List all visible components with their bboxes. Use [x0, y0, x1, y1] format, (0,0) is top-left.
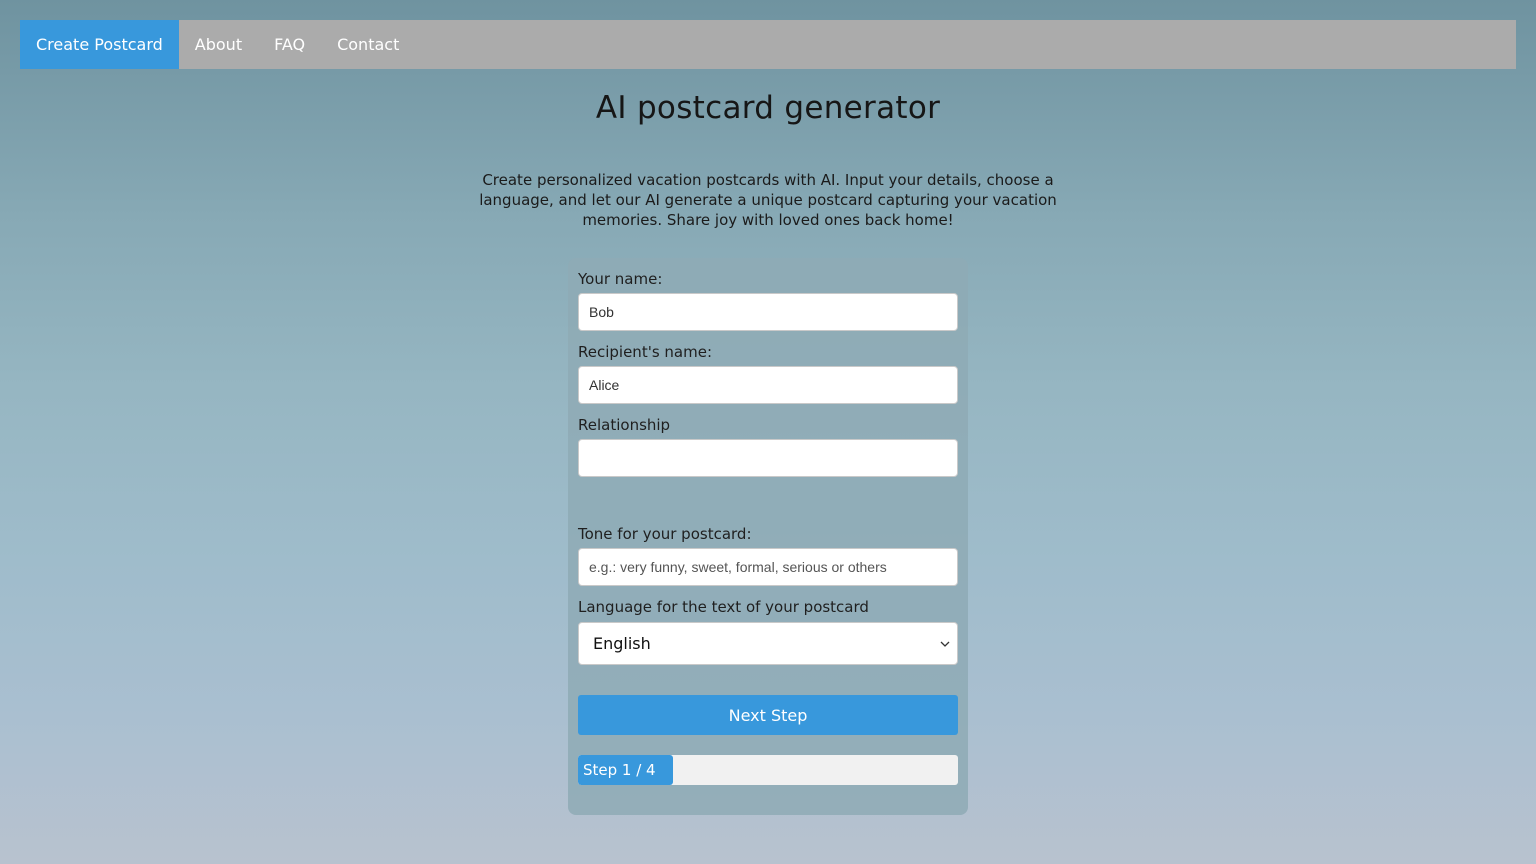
intro-text: Create personalized vacation postcards w…	[479, 171, 1057, 229]
nav-contact[interactable]: Contact	[321, 20, 415, 69]
language-label: Language for the text of your postcard	[578, 598, 869, 616]
nav-create-postcard[interactable]: Create Postcard	[20, 20, 179, 69]
relationship-label: Relationship	[578, 416, 671, 434]
recipient-name-label: Recipient's name:	[578, 343, 712, 361]
language-selected-value: English	[593, 634, 651, 653]
progress-bar: Step 1 / 4	[578, 755, 958, 785]
tone-input[interactable]	[578, 548, 958, 586]
next-step-button[interactable]: Next Step	[578, 695, 958, 735]
tone-label: Tone for your postcard:	[578, 525, 752, 543]
nav-about[interactable]: About	[179, 20, 258, 69]
top-navigation: Create Postcard About FAQ Contact	[20, 20, 1516, 69]
language-select[interactable]: English	[578, 622, 958, 665]
page-title: AI postcard generator	[595, 90, 941, 126]
relationship-input[interactable]	[578, 439, 958, 477]
nav-faq[interactable]: FAQ	[258, 20, 321, 69]
your-name-input[interactable]	[578, 293, 958, 331]
your-name-label: Your name:	[578, 270, 663, 288]
chevron-down-icon	[939, 638, 951, 650]
postcard-form: Your name: Recipient's name: Relationshi…	[568, 258, 968, 815]
progress-bar-fill: Step 1 / 4	[578, 755, 673, 785]
recipient-name-input[interactable]	[578, 366, 958, 404]
